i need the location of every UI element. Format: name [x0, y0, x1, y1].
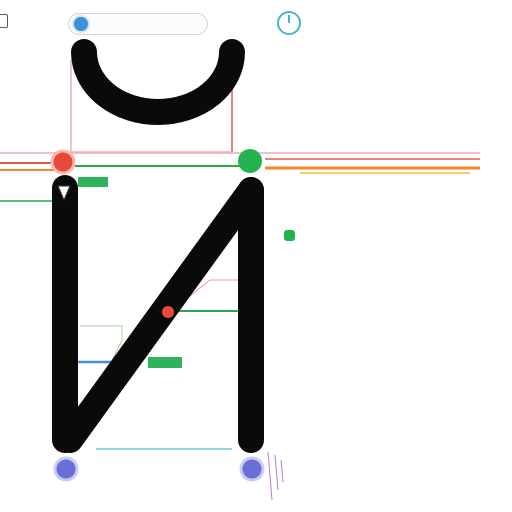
- diagram-canvas: [0, 0, 512, 512]
- glyph-arc-top: [71, 39, 245, 125]
- glyph-strokes: [52, 39, 264, 453]
- node-mid[interactable]: [162, 306, 174, 318]
- node-top-left[interactable]: [50, 149, 76, 175]
- node-top-right[interactable]: [238, 149, 262, 173]
- green-tag-top: [78, 177, 108, 187]
- diagram-svg: [0, 39, 480, 501]
- glyph-diagonal: [57, 177, 264, 453]
- node-bottom-left[interactable]: [53, 456, 79, 482]
- green-tag-mid: [148, 357, 182, 368]
- node-bottom-right[interactable]: [239, 456, 265, 482]
- trace-bottom-right: [267, 451, 284, 501]
- legend-dot-green: [284, 230, 295, 241]
